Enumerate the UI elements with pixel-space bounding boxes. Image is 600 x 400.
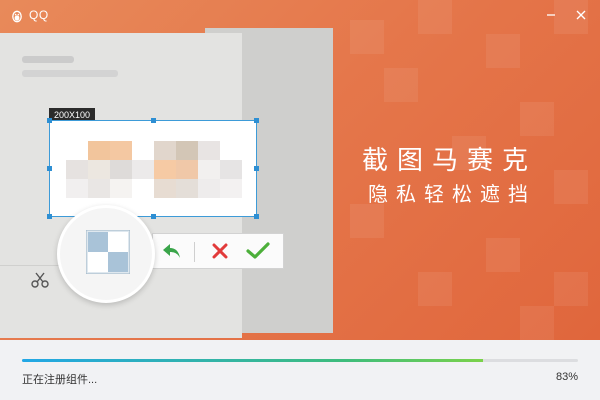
resize-handle[interactable] [47, 214, 52, 219]
undo-button[interactable] [159, 239, 185, 263]
resize-handle[interactable] [151, 118, 156, 123]
scissors-icon [31, 272, 49, 288]
resize-handle[interactable] [254, 166, 259, 171]
resize-handle[interactable] [47, 118, 52, 123]
undo-arrow-icon [163, 244, 180, 258]
cancel-button[interactable] [207, 239, 233, 263]
screenshot-selection [47, 118, 259, 219]
slogan-line-2: 隐私轻松遮挡 [368, 184, 536, 206]
screenshot-toolbar [152, 233, 284, 269]
status-text: 正在注册组件... [22, 374, 98, 386]
check-icon [246, 242, 270, 259]
toolbar-separator [194, 242, 195, 262]
installer-window: QQ 200X100 截图马赛克 隐私轻松遮挡 正在注册组件... 83% [0, 0, 600, 400]
progress-bar-fill [22, 359, 484, 362]
qq-penguin-icon [12, 10, 22, 23]
resize-handle[interactable] [254, 118, 259, 123]
minimize-button[interactable] [540, 6, 562, 24]
close-button[interactable] [570, 6, 592, 24]
promo-banner: QQ 200X100 截图马赛克 隐私轻松遮挡 [0, 0, 600, 340]
resize-handle[interactable] [47, 166, 52, 171]
slogan-line-1: 截图马赛克 [362, 145, 538, 175]
placeholder-line [22, 56, 74, 63]
confirm-button[interactable] [245, 239, 271, 263]
resize-handle[interactable] [254, 214, 259, 219]
install-progress-area: 正在注册组件... 83% [0, 340, 600, 400]
window-title: QQ [29, 8, 49, 22]
placeholder-line [22, 70, 118, 77]
cross-icon [212, 243, 228, 259]
mosaic-tool-highlight [57, 205, 155, 303]
progress-percent: 83% [555, 371, 578, 383]
close-icon [576, 10, 586, 20]
progress-bar [22, 359, 578, 362]
resize-handle[interactable] [151, 214, 156, 219]
minimize-icon [547, 14, 555, 16]
mosaic-icon [86, 230, 130, 274]
